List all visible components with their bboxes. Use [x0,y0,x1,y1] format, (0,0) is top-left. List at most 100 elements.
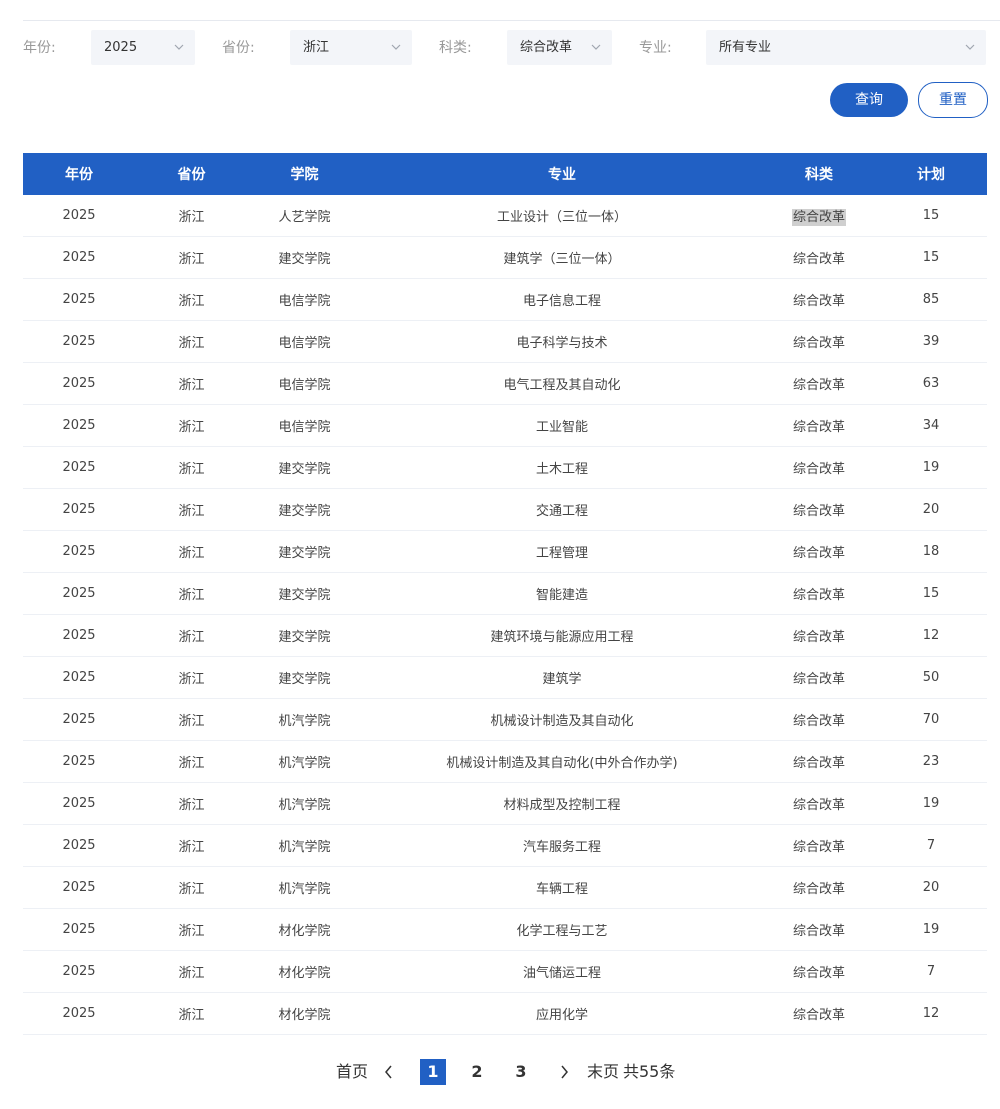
plan-cell-text: 19 [922,460,940,475]
table-header-row: 年份 省份 学院 专业 科类 计划 [23,153,987,195]
college-cell: 电信学院 [248,320,361,363]
table-row: 2025 浙江 材化学院 应用化学 综合改革 12 [23,992,987,1035]
category-cell: 综合改革 [763,782,875,825]
plan-cell-text: 34 [922,418,940,433]
category-cell-text: 综合改革 [792,462,845,477]
category-cell-text: 综合改革 [792,378,845,393]
first-page-link[interactable]: 首页 [336,1059,368,1085]
category-cell-text: 综合改革 [792,336,845,351]
province-select[interactable]: 浙江 [290,30,412,65]
province-cell: 浙江 [135,908,248,951]
major-cell-text: 电子科学与技术 [516,336,608,351]
year-cell: 2025 [23,320,135,363]
college-cell: 建交学院 [248,656,361,699]
category-cell-text: 综合改革 [792,504,845,519]
plan-cell-text: 20 [922,502,940,517]
college-cell: 机汽学院 [248,698,361,741]
plan-cell-text: 63 [922,376,940,391]
province-cell: 浙江 [135,698,248,741]
year-cell-text: 2025 [62,502,96,517]
province-select-value: 浙江 [303,40,330,55]
province-cell: 浙江 [135,824,248,867]
college-cell-text: 材化学院 [278,924,331,939]
college-cell: 人艺学院 [248,195,361,237]
table-row: 2025 浙江 建交学院 建筑学（三位一体） 综合改革 15 [23,236,987,279]
reset-button[interactable]: 重置 [918,82,988,118]
prev-page-button[interactable] [383,1059,397,1085]
page-1-button[interactable]: 1 [420,1059,446,1085]
college-cell: 材化学院 [248,908,361,951]
plan-cell: 15 [875,195,987,237]
plan-cell-text: 50 [922,670,940,685]
year-cell: 2025 [23,656,135,699]
plan-cell-text: 39 [922,334,940,349]
year-cell-text: 2025 [62,628,96,643]
pagination: 首页 1 2 3 末页 共55条 [0,1059,1000,1085]
page-3-button[interactable]: 3 [508,1059,534,1085]
college-cell-text: 建交学院 [278,672,331,687]
major-cell-text: 油气储运工程 [522,966,601,981]
year-cell: 2025 [23,908,135,951]
province-cell-text: 浙江 [178,504,205,519]
category-cell-text: 综合改革 [792,1008,845,1023]
major-cell-text: 智能建造 [535,588,588,603]
plan-cell: 34 [875,404,987,447]
year-cell: 2025 [23,446,135,489]
major-cell: 建筑学 [361,656,763,699]
enrollment-plan-table: 年份 省份 学院 专业 科类 计划 2025 浙江 人艺学院 工业设计（三位一体） 综合… [23,153,987,1035]
major-cell-text: 建筑环境与能源应用工程 [490,630,634,645]
plan-cell-text: 18 [922,544,940,559]
table-row: 2025 浙江 机汽学院 汽车服务工程 综合改革 7 [23,824,987,867]
category-cell: 综合改革 [763,908,875,951]
table-row: 2025 浙江 电信学院 电气工程及其自动化 综合改革 63 [23,362,987,405]
plan-cell: 15 [875,572,987,615]
plan-cell-text: 15 [922,208,940,223]
category-cell-text: 综合改革 [792,630,845,645]
next-page-button[interactable] [558,1059,572,1085]
category-cell-text: 综合改革 [792,546,845,561]
header-college: 学院 [248,153,361,195]
province-cell-text: 浙江 [178,252,205,267]
province-cell: 浙江 [135,278,248,321]
province-cell-text: 浙江 [178,588,205,603]
college-cell-text: 建交学院 [278,630,331,645]
province-filter-label: 省份: [222,40,255,56]
major-cell-text: 建筑学（三位一体） [503,252,621,267]
category-cell: 综合改革 [763,992,875,1035]
year-cell-text: 2025 [62,922,96,937]
year-cell-text: 2025 [62,292,96,307]
category-cell: 综合改革 [763,195,875,237]
major-cell: 车辆工程 [361,866,763,909]
table-row: 2025 浙江 材化学院 化学工程与工艺 综合改革 19 [23,908,987,951]
province-cell: 浙江 [135,446,248,489]
last-page-link[interactable]: 末页 [587,1059,619,1085]
major-select[interactable]: 所有专业 [706,30,986,65]
category-select[interactable]: 综合改革 [507,30,612,65]
category-cell-text: 综合改革 [792,672,845,687]
plan-cell: 19 [875,908,987,951]
year-select[interactable]: 2025 [91,30,195,65]
category-cell: 综合改革 [763,740,875,783]
query-button[interactable]: 查询 [830,83,908,117]
college-cell-text: 建交学院 [278,588,331,603]
header-category: 科类 [763,153,875,195]
page-2-button[interactable]: 2 [464,1059,490,1085]
table-row: 2025 浙江 建交学院 建筑学 综合改革 50 [23,656,987,699]
major-cell-text: 电气工程及其自动化 [503,378,621,393]
year-cell: 2025 [23,236,135,279]
plan-cell-text: 23 [922,754,940,769]
province-cell-text: 浙江 [178,966,205,981]
province-cell: 浙江 [135,488,248,531]
year-cell-text: 2025 [62,712,96,727]
plan-cell: 20 [875,866,987,909]
major-cell: 工业设计（三位一体） [361,195,763,237]
province-cell-text: 浙江 [178,798,205,813]
college-cell-text: 人艺学院 [278,210,331,225]
college-cell-text: 材化学院 [278,1008,331,1023]
plan-cell-text: 15 [922,250,940,265]
plan-cell-text: 70 [922,712,940,727]
college-cell: 材化学院 [248,992,361,1035]
year-cell-text: 2025 [62,796,96,811]
table-row: 2025 浙江 建交学院 交通工程 综合改革 20 [23,488,987,531]
plan-cell-text: 85 [922,292,940,307]
